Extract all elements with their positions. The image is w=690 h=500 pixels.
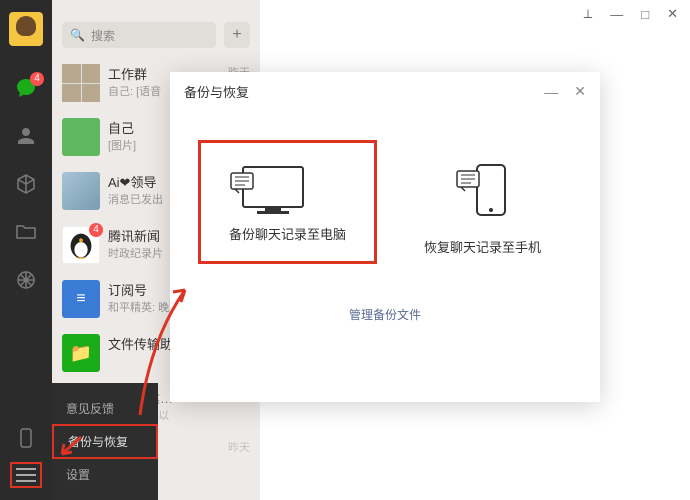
monitor-icon [229, 161, 307, 219]
folder-icon[interactable] [14, 220, 38, 244]
dialog-header: 备份与恢复 — ✕ [170, 72, 600, 111]
left-sidebar: 4 [0, 0, 52, 500]
search-row: 🔍 搜索 + [52, 0, 260, 56]
more-menu: 意见反馈 备份与恢复 设置 [52, 383, 158, 500]
phone-icon [453, 161, 511, 219]
manage-backups-link[interactable]: 管理备份文件 [349, 308, 421, 322]
backup-to-computer-option[interactable]: 备份聊天记录至电脑 [229, 161, 346, 256]
chat-badge: 4 [30, 72, 44, 86]
chat-avatar [62, 172, 100, 210]
cube-icon[interactable] [14, 172, 38, 196]
chat-avatar: 4 [62, 226, 100, 264]
close-button[interactable]: ✕ [667, 6, 678, 22]
chat-avatar: ≡ [62, 280, 100, 318]
add-button[interactable]: + [224, 22, 250, 48]
dialog-minimize-button[interactable]: — [544, 84, 558, 100]
menu-button-highlight [10, 462, 42, 488]
search-input[interactable]: 🔍 搜索 [62, 22, 216, 48]
backup-option-highlight: 备份聊天记录至电脑 [198, 140, 377, 264]
user-avatar[interactable] [9, 12, 43, 46]
chat-avatar [62, 118, 100, 156]
backup-option-label: 备份聊天记录至电脑 [229, 224, 346, 243]
restore-option-label: 恢复聊天记录至手机 [424, 237, 541, 256]
dialog-close-button[interactable]: ✕ [574, 83, 586, 100]
search-icon: 🔍 [70, 28, 85, 42]
menu-backup-restore[interactable]: 备份与恢复 [52, 424, 158, 459]
pin-button[interactable]: ⟂ [584, 6, 593, 22]
maximize-button[interactable]: □ [641, 7, 649, 22]
contacts-icon[interactable] [14, 124, 38, 148]
phone-icon[interactable] [14, 426, 38, 450]
minimize-button[interactable]: — [610, 7, 623, 22]
chat-avatar: 📁 [62, 334, 100, 372]
backup-restore-dialog: 备份与恢复 — ✕ 备份聊天记录至电脑 [170, 72, 600, 402]
chat-avatar [62, 64, 100, 102]
restore-to-phone-option[interactable]: 恢复聊天记录至手机 [424, 161, 541, 256]
menu-settings[interactable]: 设置 [52, 459, 158, 490]
menu-feedback[interactable]: 意见反馈 [52, 393, 158, 424]
chat-time: 昨天 [228, 439, 250, 458]
menu-icon[interactable] [16, 468, 36, 482]
chat-icon[interactable]: 4 [14, 76, 38, 100]
search-placeholder: 搜索 [91, 27, 115, 44]
moments-icon[interactable] [14, 268, 38, 292]
dialog-title: 备份与恢复 [184, 82, 249, 101]
unread-badge: 4 [89, 223, 103, 237]
